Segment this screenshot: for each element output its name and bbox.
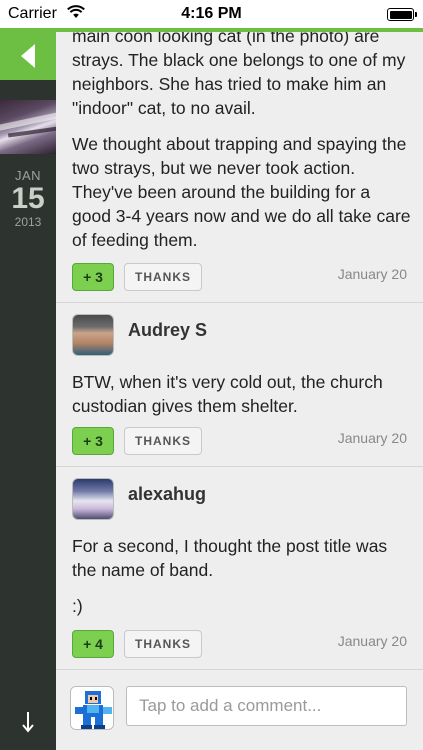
comment-body: For a second, I thought the post title w… — [56, 534, 423, 630]
post-thumbnail[interactable] — [0, 100, 56, 154]
comment-input[interactable]: Tap to add a comment... — [126, 686, 407, 726]
comments-panel: main coon looking cat (in the photo) are… — [56, 32, 423, 750]
comment-author[interactable]: Audrey S — [128, 320, 207, 341]
vote-button[interactable]: + 4 — [72, 630, 114, 658]
avatar[interactable] — [72, 478, 114, 520]
comment-paragraph: :) — [72, 596, 83, 616]
status-time: 4:16 PM — [181, 5, 242, 22]
date-year: 2013 — [14, 215, 42, 229]
date-month: JAN — [14, 168, 42, 183]
vote-button[interactable]: + 3 — [72, 427, 114, 455]
back-button[interactable] — [0, 32, 56, 80]
comment-composer: Tap to add a comment... — [56, 672, 423, 750]
post-date: JAN 15 2013 — [0, 168, 56, 229]
comment-date: January 20 — [337, 266, 407, 282]
comment-body: BTW, when it's very cold out, the church… — [56, 370, 423, 430]
status-bar: Carrier 4:16 PM — [0, 0, 423, 28]
vote-button[interactable]: + 3 — [72, 263, 114, 291]
thanks-button[interactable]: THANKS — [124, 630, 202, 658]
comment-paragraph: BTW, when it's very cold out, the church… — [72, 372, 383, 416]
down-arrow-icon[interactable] — [18, 710, 38, 734]
avatar[interactable] — [72, 314, 114, 356]
comment-actions: + 3 THANKS January 20 — [72, 263, 407, 291]
comment-date: January 20 — [337, 430, 407, 446]
comment-continued: main coon looking cat (in the photo) are… — [56, 32, 423, 264]
comment-paragraph: main coon looking cat (in the photo) are… — [72, 32, 406, 118]
comment-date: January 20 — [337, 633, 407, 649]
battery-icon — [387, 8, 417, 21]
comment-paragraph: For a second, I thought the post title w… — [72, 536, 388, 580]
thanks-button[interactable]: THANKS — [124, 427, 202, 455]
date-day: 15 — [11, 182, 45, 215]
divider — [56, 466, 423, 467]
thanks-button[interactable]: THANKS — [124, 263, 202, 291]
divider — [56, 669, 423, 670]
robot-avatar-icon — [71, 687, 113, 729]
comment-author[interactable]: alexahug — [128, 484, 206, 505]
current-user-avatar — [70, 686, 114, 730]
divider — [56, 302, 423, 303]
comment-actions: + 4 THANKS January 20 — [72, 630, 407, 658]
comment-actions: + 3 THANKS January 20 — [72, 427, 407, 455]
back-arrow-icon — [21, 44, 35, 68]
comment-paragraph: We thought about trapping and spaying th… — [72, 134, 411, 250]
